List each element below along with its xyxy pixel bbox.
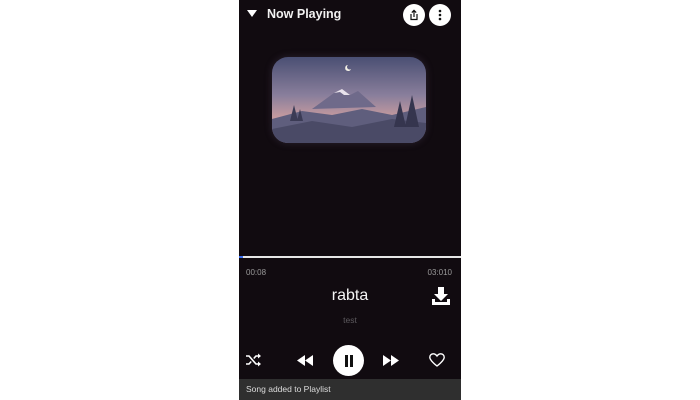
page-title: Now Playing xyxy=(267,7,342,21)
song-artist: test xyxy=(343,315,357,325)
total-time: 03:010 xyxy=(427,268,452,277)
previous-button[interactable] xyxy=(294,350,316,370)
more-options-button[interactable] xyxy=(429,4,451,26)
seek-bar[interactable] xyxy=(239,256,461,258)
top-bar: Now Playing xyxy=(239,0,461,30)
heart-outline-icon xyxy=(429,353,445,367)
play-pause-button[interactable] xyxy=(333,345,364,376)
shuffle-icon xyxy=(246,353,261,367)
more-vertical-icon xyxy=(438,9,442,21)
now-playing-screen: Now Playing 00:08 03:010 rabta test Song… xyxy=(239,0,461,400)
snackbar-message: Song added to Playlist xyxy=(246,384,331,394)
fast-forward-icon xyxy=(383,354,399,366)
album-art xyxy=(272,57,426,143)
favorite-button[interactable] xyxy=(428,351,446,369)
caret-down-icon[interactable] xyxy=(245,7,259,21)
pause-icon xyxy=(344,354,353,367)
seek-bar-progress xyxy=(239,256,244,258)
download-icon xyxy=(432,287,450,305)
rewind-icon xyxy=(297,354,313,366)
share-icon xyxy=(410,9,418,21)
shuffle-button[interactable] xyxy=(243,350,263,370)
share-button[interactable] xyxy=(403,4,425,26)
elapsed-time: 00:08 xyxy=(246,268,267,277)
download-button[interactable] xyxy=(430,285,452,307)
next-button[interactable] xyxy=(380,350,402,370)
album-art-image xyxy=(272,57,426,143)
snackbar: Song added to Playlist xyxy=(239,379,461,400)
song-title: rabta xyxy=(331,287,369,304)
